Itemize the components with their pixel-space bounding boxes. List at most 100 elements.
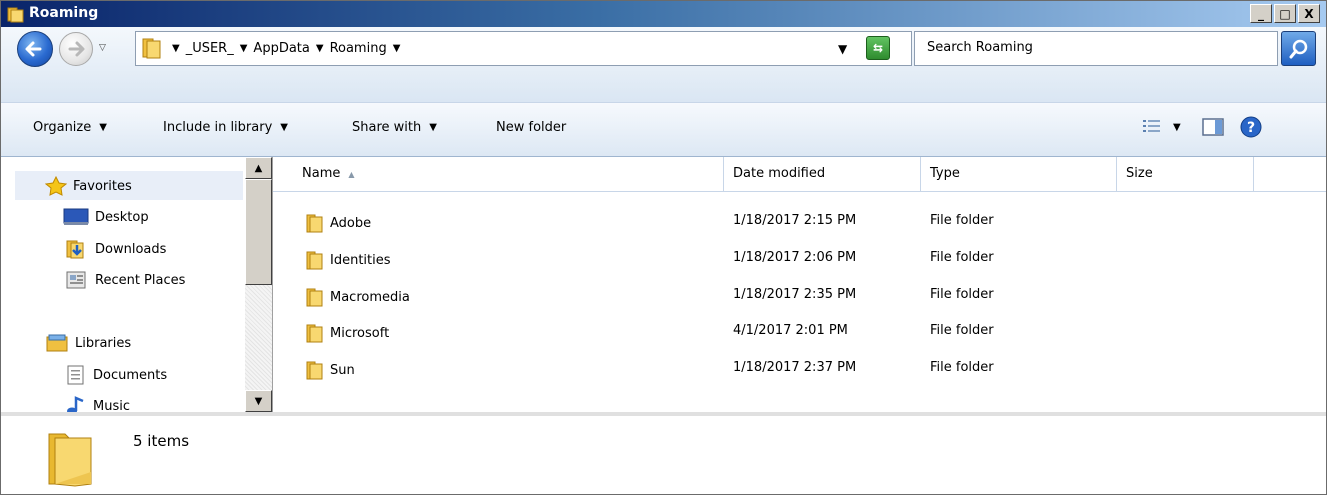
share-with-button[interactable]: Share with ▼	[352, 120, 437, 135]
scroll-down-button[interactable]: ▼	[245, 390, 272, 412]
column-label: Size	[1126, 166, 1153, 181]
chevron-down-icon[interactable]: ▼	[172, 43, 180, 54]
table-row[interactable]: Macromedia 1/18/2017 2:35 PM File folder	[273, 278, 1326, 311]
new-folder-button[interactable]: New folder	[496, 120, 566, 135]
column-label: Name	[302, 166, 341, 181]
breadcrumb-item-appdata[interactable]: AppData	[253, 41, 309, 56]
folder-icon	[48, 433, 92, 487]
chevron-down-icon[interactable]: ▼	[1173, 122, 1181, 133]
folder-icon	[306, 361, 323, 380]
address-box[interactable]: ▼ _USER_ ▼ AppData ▼ Roaming ▼ ▼ ⇆	[135, 31, 912, 66]
maximize-button[interactable]: □	[1274, 4, 1296, 23]
nav-label: Libraries	[75, 335, 132, 351]
recent-pages-dropdown[interactable]: ▽	[99, 43, 106, 53]
file-date: 1/18/2017 2:15 PM	[733, 213, 857, 228]
view-options: ▼ ?	[1141, 115, 1263, 139]
command-toolbar: Organize ▼ Include in library ▼ Share wi…	[1, 102, 1326, 157]
arrow-down-icon: ▼	[254, 395, 263, 407]
nav-label: Favorites	[73, 178, 132, 194]
recent-places-icon	[66, 271, 86, 289]
nav-label: Recent Places	[95, 272, 186, 288]
caption-buttons: _ □ X	[1250, 4, 1320, 24]
folder-icon	[306, 251, 323, 270]
back-button[interactable]	[17, 31, 53, 67]
minimize-button[interactable]: _	[1250, 4, 1272, 23]
file-type: File folder	[930, 250, 994, 265]
file-type: File folder	[930, 287, 994, 302]
search-icon	[1289, 39, 1307, 58]
help-icon[interactable]: ?	[1239, 115, 1263, 139]
preview-pane-icon[interactable]	[1201, 116, 1225, 138]
chevron-down-icon: ▼	[429, 122, 437, 133]
refresh-button[interactable]: ⇆	[866, 36, 890, 60]
document-icon	[67, 365, 84, 385]
title-bar[interactable]: Roaming _ □ X	[1, 1, 1326, 27]
file-date: 1/18/2017 2:37 PM	[733, 360, 857, 375]
column-label: Type	[930, 166, 960, 181]
forward-button[interactable]	[59, 32, 93, 66]
search-input[interactable]: Search Roaming	[914, 31, 1278, 66]
nav-item-libraries[interactable]: Libraries	[45, 333, 131, 353]
breadcrumb-item-roaming[interactable]: Roaming	[330, 41, 387, 56]
close-icon: X	[1304, 6, 1314, 21]
folder-icon	[7, 7, 24, 23]
nav-item-music[interactable]: Music	[65, 396, 130, 412]
file-type: File folder	[930, 323, 994, 338]
chevron-down-icon: ▼	[280, 122, 288, 133]
chevron-down-icon[interactable]: ▼	[316, 43, 324, 54]
folder-icon	[142, 38, 161, 59]
nav-item-documents[interactable]: Documents	[65, 365, 167, 385]
sort-ascending-icon: ▲	[348, 170, 355, 179]
column-header-type[interactable]: Type	[921, 157, 1117, 191]
search-placeholder: Search Roaming	[927, 40, 1033, 55]
nav-label: Desktop	[95, 209, 149, 225]
column-header-date-modified[interactable]: Date modified	[724, 157, 921, 191]
file-date: 1/18/2017 2:06 PM	[733, 250, 857, 265]
table-row[interactable]: Microsoft 4/1/2017 2:01 PM File folder	[273, 314, 1326, 347]
scroll-thumb[interactable]	[245, 179, 272, 285]
breadcrumb-item-user[interactable]: _USER_	[186, 41, 234, 56]
include-label: Include in library	[163, 120, 273, 135]
new-folder-label: New folder	[496, 120, 567, 135]
nav-item-downloads[interactable]: Downloads	[65, 239, 166, 259]
file-date: 1/18/2017 2:35 PM	[733, 287, 857, 302]
chevron-down-icon: ▼	[99, 122, 107, 133]
view-details-icon[interactable]	[1141, 116, 1163, 138]
address-bar-area: ▽ ▼ _USER_ ▼ AppData ▼ Roaming ▼ ▼ ⇆ Sea…	[1, 27, 1326, 102]
nav-item-favorites[interactable]: Favorites	[45, 176, 132, 196]
star-icon	[45, 176, 67, 196]
file-name: Adobe	[330, 215, 372, 231]
organize-button[interactable]: Organize ▼	[33, 120, 107, 135]
libraries-icon	[46, 334, 68, 352]
column-header-name[interactable]: Name ▲	[293, 157, 724, 191]
nav-item-desktop[interactable]: Desktop	[63, 208, 149, 226]
explorer-window: Roaming _ □ X ▽ ▼ _USER_ ▼ AppData ▼ Roa…	[0, 0, 1327, 495]
search-button[interactable]	[1281, 31, 1316, 66]
file-name: Microsoft	[330, 325, 390, 341]
file-name: Macromedia	[330, 289, 410, 305]
chevron-down-icon[interactable]: ▼	[240, 43, 248, 54]
desktop-icon	[63, 208, 89, 225]
file-name-cell: Sun	[306, 360, 355, 380]
table-row[interactable]: Identities 1/18/2017 2:06 PM File folder	[273, 241, 1326, 274]
scroll-up-button[interactable]: ▲	[245, 157, 272, 179]
address-history-dropdown[interactable]: ▼	[838, 42, 847, 56]
file-name-cell: Microsoft	[306, 323, 389, 343]
chevron-down-icon[interactable]: ▼	[393, 43, 401, 54]
folder-icon	[306, 324, 323, 343]
file-type: File folder	[930, 360, 994, 375]
table-row[interactable]: Adobe 1/18/2017 2:15 PM File folder	[273, 204, 1326, 237]
file-name-cell: Adobe	[306, 213, 371, 233]
details-pane: 5 items	[1, 412, 1326, 494]
column-header-size[interactable]: Size	[1117, 157, 1254, 191]
close-button[interactable]: X	[1298, 4, 1320, 23]
column-header-row: Name ▲ Date modified Type Size	[273, 157, 1326, 192]
music-icon	[67, 396, 84, 412]
table-row[interactable]: Sun 1/18/2017 2:37 PM File folder	[273, 351, 1326, 384]
forward-arrow-icon	[68, 41, 85, 57]
include-in-library-button[interactable]: Include in library ▼	[163, 120, 288, 135]
nav-item-recent-places[interactable]: Recent Places	[65, 270, 185, 290]
nav-scrollbar[interactable]: ▲ ▼	[245, 157, 272, 412]
file-type: File folder	[930, 213, 994, 228]
svg-text:?: ?	[1247, 120, 1255, 136]
